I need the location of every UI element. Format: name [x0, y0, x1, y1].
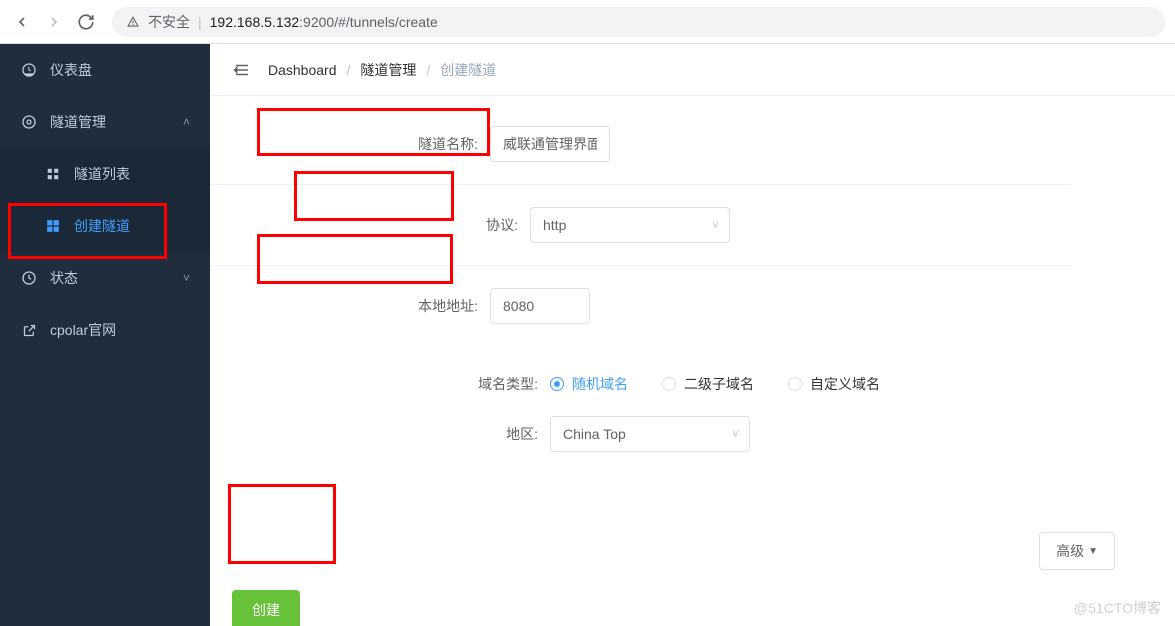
watermark: @51CTO博客	[1074, 598, 1161, 618]
chevron-down-icon: ˅	[732, 427, 739, 441]
address-bar[interactable]: 不安全 | 192.168.5.132:9200/#/tunnels/creat…	[112, 7, 1165, 37]
breadcrumb-current: 创建隧道	[440, 60, 496, 80]
insecure-icon	[126, 15, 140, 29]
sidebar-item-label: 仪表盘	[50, 60, 92, 80]
sidebar-item-cpolar-site[interactable]: cpolar官网	[0, 304, 210, 356]
breadcrumb: Dashboard / 隧道管理 / 创建隧道	[268, 60, 496, 80]
browser-chrome: 不安全 | 192.168.5.132:9200/#/tunnels/creat…	[0, 0, 1175, 44]
list-icon	[44, 165, 62, 183]
breadcrumb-separator: /	[426, 62, 430, 78]
tunnel-name-input[interactable]	[490, 126, 610, 162]
submit-button[interactable]: 创建	[232, 590, 300, 626]
tunnel-icon	[20, 113, 38, 131]
status-icon	[20, 269, 38, 287]
protocol-label: 协议:	[210, 215, 530, 235]
dashboard-icon	[20, 61, 38, 79]
form-area: 隧道名称: 协议: http ˅ 本地地址: 域名类型: 随机域名	[210, 96, 1110, 532]
sidebar-item-label: 隧道管理	[50, 112, 106, 132]
advanced-button[interactable]: 高级 ▼	[1039, 532, 1115, 570]
caret-down-icon: ▼	[1088, 546, 1098, 557]
advanced-label: 高级	[1056, 541, 1084, 561]
sidebar-item-label: 状态	[50, 268, 78, 288]
local-addr-input[interactable]	[490, 288, 590, 324]
sidebar-item-tunnel-list[interactable]: 隧道列表	[0, 148, 210, 200]
domain-type-radio-group: 随机域名 二级子域名 自定义域名	[550, 374, 880, 394]
sidebar-toggle-button[interactable]	[232, 60, 252, 80]
sidebar-item-dashboard[interactable]: 仪表盘	[0, 44, 210, 96]
radio-label: 二级子域名	[684, 374, 754, 394]
url-divider: |	[198, 14, 202, 30]
sidebar-item-create-tunnel[interactable]: 创建隧道	[0, 200, 210, 252]
chevron-up-icon: ˄	[183, 115, 190, 129]
grid-icon	[44, 217, 62, 235]
chevron-down-icon: ˅	[183, 271, 190, 285]
sidebar-item-tunnel-mgmt[interactable]: 隧道管理 ˄	[0, 96, 210, 148]
chevron-down-icon: ˅	[712, 218, 719, 232]
protocol-select[interactable]: http ˅	[530, 207, 730, 243]
form-row-tunnel-name: 隧道名称:	[210, 126, 1070, 185]
tunnel-name-label: 隧道名称:	[210, 134, 490, 154]
form-row-domain-type: 域名类型: 随机域名 二级子域名 自定义域名	[210, 374, 1070, 394]
main-content: Dashboard / 隧道管理 / 创建隧道 隧道名称: 协议: http ˅…	[210, 44, 1175, 626]
topbar: Dashboard / 隧道管理 / 创建隧道	[210, 44, 1175, 96]
sidebar-item-label: cpolar官网	[50, 320, 116, 340]
breadcrumb-separator: /	[347, 62, 351, 78]
advanced-row: 高级 ▼	[210, 532, 1175, 590]
sidebar-item-label: 隧道列表	[74, 164, 130, 184]
radio-circle-icon	[788, 377, 802, 391]
reload-button[interactable]	[74, 10, 98, 34]
radio-label: 自定义域名	[810, 374, 880, 394]
form-row-local-addr: 本地地址:	[210, 288, 1070, 324]
radio-circle-icon	[550, 377, 564, 391]
radio-custom-domain[interactable]: 自定义域名	[788, 374, 880, 394]
breadcrumb-item[interactable]: Dashboard	[268, 62, 337, 78]
region-value: China Top	[563, 426, 626, 442]
app-container: 仪表盘 隧道管理 ˄ 隧道列表 创建隧道 状态 ˅	[0, 44, 1175, 626]
radio-circle-icon	[662, 377, 676, 391]
sidebar: 仪表盘 隧道管理 ˄ 隧道列表 创建隧道 状态 ˅	[0, 44, 210, 626]
external-link-icon	[20, 321, 38, 339]
region-label: 地区:	[210, 424, 550, 444]
url-text: 192.168.5.132:9200/#/tunnels/create	[210, 14, 438, 30]
insecure-label: 不安全	[148, 12, 190, 32]
nav-forward-button[interactable]	[42, 10, 66, 34]
sidebar-item-status[interactable]: 状态 ˅	[0, 252, 210, 304]
radio-subdomain[interactable]: 二级子域名	[662, 374, 754, 394]
region-select[interactable]: China Top ˅	[550, 416, 750, 452]
radio-random-domain[interactable]: 随机域名	[550, 374, 628, 394]
domain-type-label: 域名类型:	[210, 374, 550, 394]
protocol-value: http	[543, 217, 566, 233]
submit-row: 创建	[210, 590, 1175, 626]
local-addr-label: 本地地址:	[210, 296, 490, 316]
form-row-protocol: 协议: http ˅	[210, 207, 1070, 266]
breadcrumb-item[interactable]: 隧道管理	[360, 60, 416, 80]
nav-back-button[interactable]	[10, 10, 34, 34]
radio-label: 随机域名	[572, 374, 628, 394]
form-row-region: 地区: China Top ˅	[210, 416, 1070, 452]
sidebar-item-label: 创建隧道	[74, 216, 130, 236]
